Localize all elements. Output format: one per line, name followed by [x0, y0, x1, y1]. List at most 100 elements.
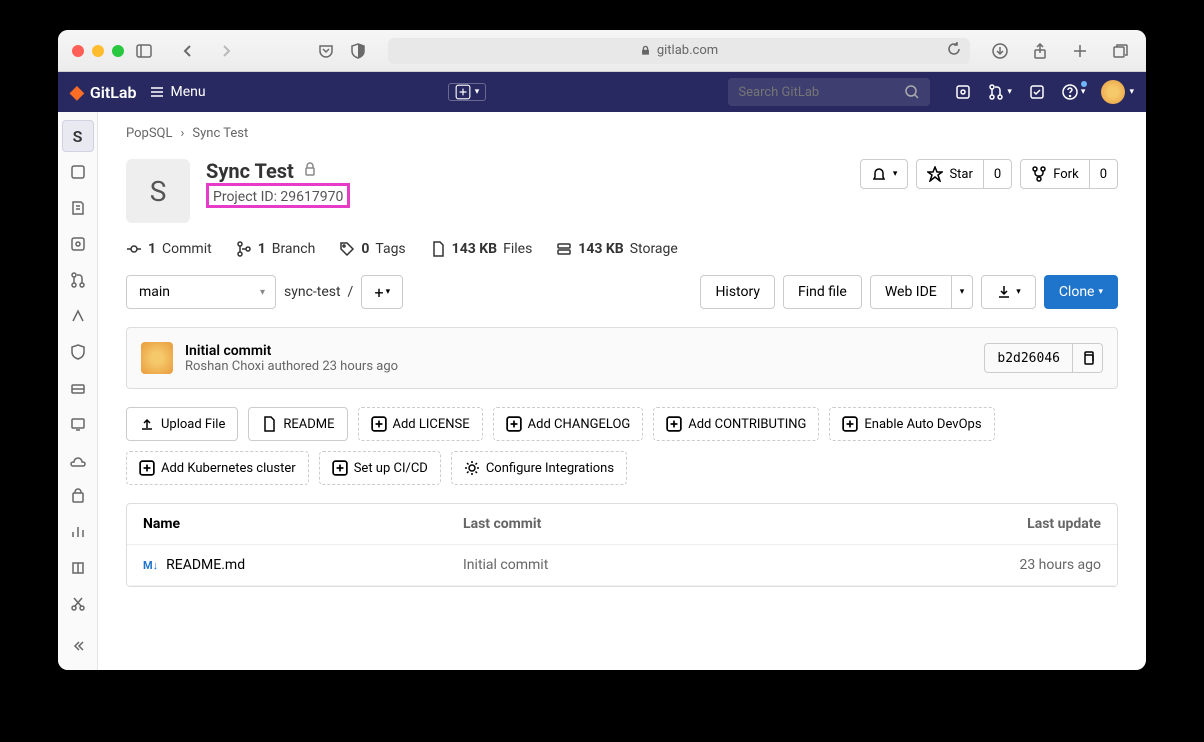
pocket-icon[interactable] — [314, 39, 338, 63]
project-id: Project ID: 29617970 — [213, 189, 343, 205]
fork-label: Fork — [1053, 167, 1078, 182]
avatar-icon — [1101, 80, 1125, 104]
sidebar-project-info[interactable] — [62, 156, 94, 188]
add-k8s-button[interactable]: Add Kubernetes cluster — [126, 451, 309, 485]
tabs-icon[interactable] — [1108, 39, 1132, 63]
gitlab-topbar: ◆ GitLab Menu ▾ ▾ ▾ ▾ — [58, 72, 1146, 112]
sidebar-repository[interactable] — [62, 192, 94, 224]
readme-button[interactable]: README — [248, 407, 347, 441]
breadcrumb: PopSQL › Sync Test — [126, 126, 1118, 141]
project-id-highlight: Project ID: 29617970 — [206, 183, 350, 208]
history-button[interactable]: History — [700, 275, 775, 309]
share-icon[interactable] — [1028, 39, 1052, 63]
project-header: S Sync Test Project ID: 29617970 ▾ Star … — [126, 159, 1118, 223]
repo-toolbar: main sync-test / + ▾ History Find file W… — [126, 275, 1118, 309]
clone-button[interactable]: Clone ▾ — [1044, 275, 1118, 309]
quick-actions: Upload File README Add LICENSE Add CHANG… — [126, 407, 1118, 485]
sidebar-wiki[interactable] — [62, 552, 94, 584]
find-file-button[interactable]: Find file — [783, 275, 862, 309]
enable-autodevops-button[interactable]: Enable Auto DevOps — [829, 407, 994, 441]
fork-button[interactable]: Fork — [1020, 159, 1089, 189]
commit-meta: Roshan Choxi authored 23 hours ago — [185, 359, 398, 374]
search-input[interactable] — [738, 85, 904, 100]
stat-commits[interactable]: 1 Commit — [126, 241, 212, 257]
sidebar-issues[interactable] — [62, 228, 94, 260]
latest-commit: Initial commit Roshan Choxi authored 23 … — [126, 327, 1118, 389]
project-stats: 1 Commit 1 Branch 0 Tags 143 KB Files 14… — [126, 241, 1118, 257]
todo-icon[interactable] — [1028, 83, 1046, 101]
web-ide-dropdown[interactable]: ▾ — [952, 275, 974, 309]
main-content: PopSQL › Sync Test S Sync Test Project I… — [98, 112, 1146, 670]
download-icon[interactable] — [988, 39, 1012, 63]
browser-window: gitlab.com ◆ GitLab Menu ▾ ▾ — [58, 30, 1146, 670]
download-button[interactable]: ▾ — [981, 275, 1036, 309]
help-icon[interactable]: ▾ — [1062, 83, 1086, 101]
traffic-lights — [72, 45, 124, 57]
stat-branches[interactable]: 1 Branch — [236, 241, 316, 257]
forward-button[interactable] — [214, 39, 238, 63]
url-bar[interactable]: gitlab.com — [388, 38, 970, 64]
star-button[interactable]: Star — [916, 159, 983, 189]
th-name: Name — [143, 516, 463, 532]
notification-dropdown[interactable]: ▾ — [860, 159, 909, 189]
commit-title[interactable]: Initial commit — [185, 343, 398, 359]
breadcrumb-group[interactable]: PopSQL — [126, 126, 173, 141]
configure-integrations-button[interactable]: Configure Integrations — [451, 451, 627, 485]
setup-cicd-button[interactable]: Set up CI/CD — [319, 451, 441, 485]
brand-text: GitLab — [90, 83, 137, 102]
sidebar-snippets[interactable] — [62, 588, 94, 620]
sidebar-deployments[interactable] — [62, 372, 94, 404]
sidebar-infrastructure[interactable] — [62, 444, 94, 476]
stat-storage[interactable]: 143 KB Storage — [556, 241, 678, 257]
merge-requests-icon[interactable]: ▾ — [988, 83, 1012, 101]
file-row[interactable]: M↓README.md Initial commit 23 hours ago — [127, 545, 1117, 586]
commit-author-avatar — [141, 342, 173, 374]
sidebar-merge-requests[interactable] — [62, 264, 94, 296]
fork-group: Fork 0 — [1020, 159, 1118, 189]
sidebar-toggle-icon[interactable] — [132, 39, 156, 63]
sidebar-cicd[interactable] — [62, 300, 94, 332]
close-window-button[interactable] — [72, 45, 84, 57]
sidebar-packages[interactable] — [62, 480, 94, 512]
file-name: README.md — [166, 557, 245, 573]
lock-icon — [302, 161, 318, 181]
branch-select[interactable]: main — [126, 275, 276, 309]
upload-file-button[interactable]: Upload File — [126, 407, 238, 441]
gitlab-logo[interactable]: ◆ GitLab — [70, 82, 137, 103]
markdown-file-icon: M↓ — [143, 559, 158, 572]
stat-tags[interactable]: 0 Tags — [339, 241, 405, 257]
copy-sha-button[interactable] — [1073, 343, 1103, 373]
reload-icon[interactable] — [946, 41, 962, 61]
sidebar-collapse[interactable] — [62, 630, 94, 662]
maximize-window-button[interactable] — [112, 45, 124, 57]
add-contributing-button[interactable]: Add CONTRIBUTING — [653, 407, 819, 441]
shield-icon[interactable] — [346, 39, 370, 63]
sidebar-monitor[interactable] — [62, 408, 94, 440]
add-file-dropdown[interactable]: + ▾ — [361, 275, 403, 309]
file-last-commit: Initial commit — [463, 557, 951, 573]
plus-dropdown[interactable]: ▾ — [448, 83, 487, 101]
user-avatar-dropdown[interactable]: ▾ — [1101, 80, 1134, 104]
tanuki-icon: ◆ — [70, 82, 84, 103]
star-count[interactable]: 0 — [984, 159, 1012, 189]
search-box[interactable] — [728, 78, 930, 106]
hamburger-icon — [149, 84, 165, 100]
sidebar-project-avatar[interactable]: S — [62, 120, 94, 152]
commit-sha: b2d26046 — [984, 343, 1073, 373]
chevron-right-icon: › — [181, 126, 185, 141]
breadcrumb-project[interactable]: Sync Test — [192, 126, 248, 141]
issues-icon[interactable] — [954, 83, 972, 101]
fork-count[interactable]: 0 — [1090, 159, 1118, 189]
stat-files[interactable]: 143 KB Files — [430, 241, 533, 257]
th-update: Last update — [951, 516, 1101, 532]
add-license-button[interactable]: Add LICENSE — [358, 407, 483, 441]
menu-button[interactable]: Menu — [149, 84, 206, 100]
add-changelog-button[interactable]: Add CHANGELOG — [493, 407, 644, 441]
sidebar-security[interactable] — [62, 336, 94, 368]
minimize-window-button[interactable] — [92, 45, 104, 57]
sidebar-analytics[interactable] — [62, 516, 94, 548]
new-tab-icon[interactable] — [1068, 39, 1092, 63]
back-button[interactable] — [176, 39, 200, 63]
th-commit: Last commit — [463, 516, 951, 532]
web-ide-button[interactable]: Web IDE — [870, 275, 952, 309]
